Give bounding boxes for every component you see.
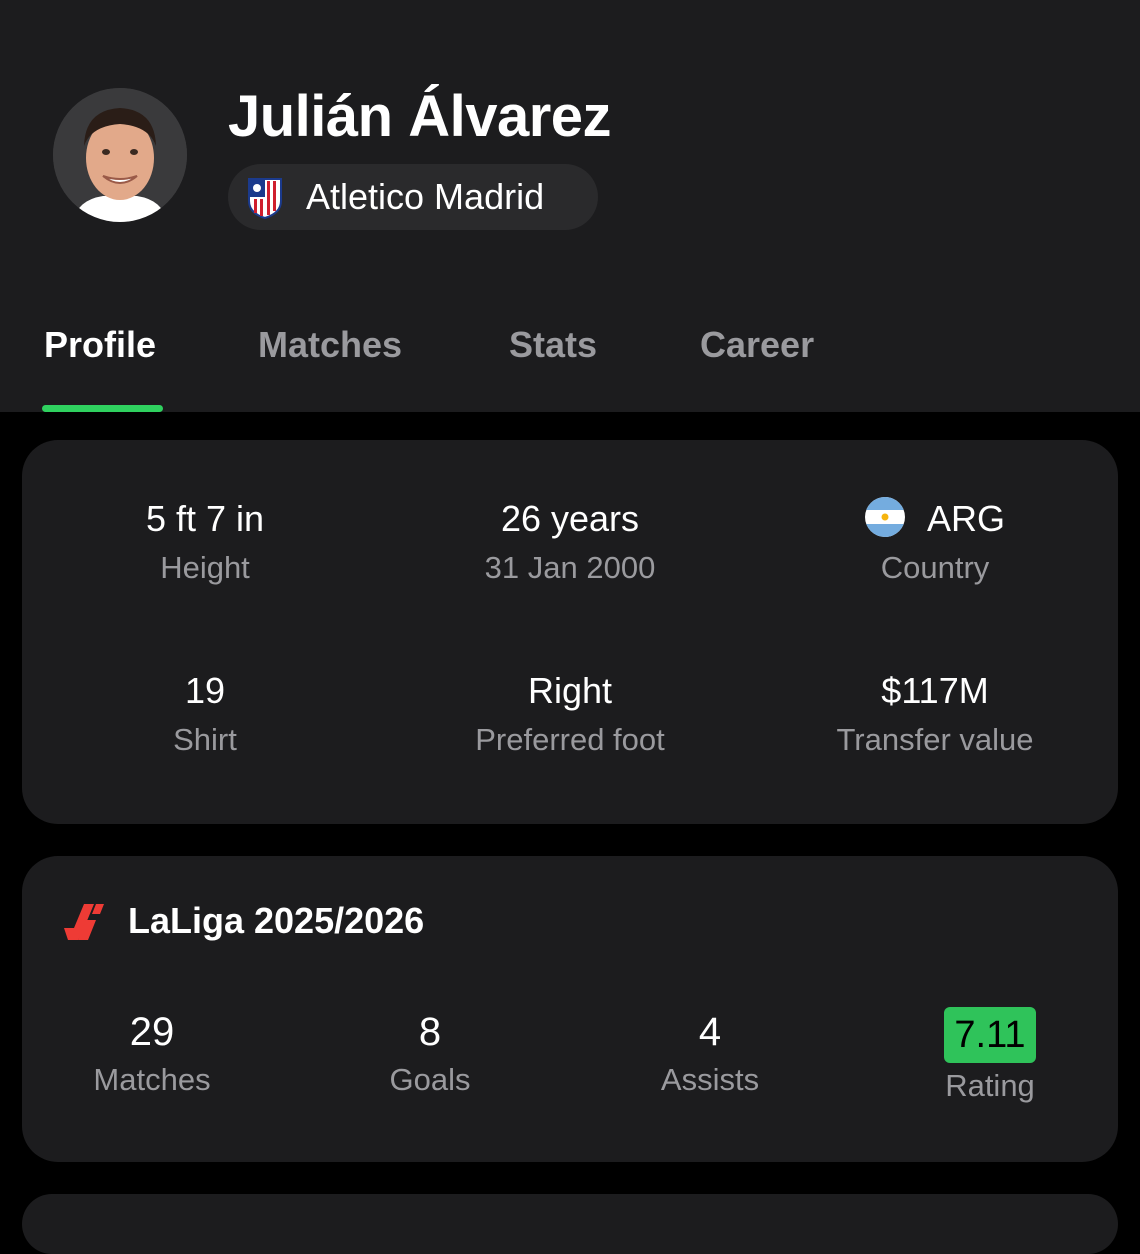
goals-value: 8	[418, 1010, 442, 1054]
tab-career[interactable]: Career	[700, 324, 814, 366]
birth-date: 31 Jan 2000	[484, 550, 656, 585]
goals-label: Goals	[389, 1062, 471, 1097]
height-label: Height	[160, 550, 250, 585]
club-name: Atletico Madrid	[306, 176, 545, 217]
rating-stat: 7.11 Rating	[860, 1004, 1120, 1106]
tab-profile[interactable]: Profile	[44, 324, 156, 366]
league-title: LaLiga 2025/2026	[128, 900, 425, 941]
height-value: 5 ft 7 in	[145, 498, 265, 539]
next-card	[22, 1194, 1118, 1254]
rating-badge: 7.11	[944, 1007, 1036, 1063]
height-info: 5 ft 7 in Height	[22, 496, 388, 588]
tab-matches[interactable]: Matches	[258, 324, 402, 366]
age-value: 26 years	[500, 498, 640, 539]
player-photo-icon	[53, 88, 187, 222]
profile-tabs: Profile Matches Stats Career	[0, 300, 1140, 412]
assists-value: 4	[698, 1010, 722, 1054]
country-info[interactable]: ARG Country	[752, 496, 1118, 588]
tab-stats[interactable]: Stats	[509, 324, 597, 366]
foot-label: Preferred foot	[475, 722, 665, 757]
argentina-flag-icon	[864, 497, 905, 537]
league-stats-card[interactable]: LaLiga 2025/2026 29 Matches 8 Goals 4 As…	[22, 856, 1118, 1162]
club-link[interactable]: Atletico Madrid	[228, 164, 598, 230]
league-header: LaLiga 2025/2026	[60, 900, 424, 942]
matches-value: 29	[129, 1010, 175, 1054]
atletico-madrid-crest-icon	[248, 178, 282, 219]
goals-stat: 8 Goals	[300, 1006, 560, 1100]
transfer-value: $117M	[881, 670, 989, 711]
country-code: ARG	[926, 498, 1005, 539]
active-tab-indicator	[42, 405, 163, 412]
shirt-label: Shirt	[173, 722, 237, 757]
laliga-logo-icon	[64, 904, 104, 940]
player-avatar	[53, 88, 187, 222]
matches-stat: 29 Matches	[22, 1006, 282, 1100]
country-label: Country	[880, 550, 990, 585]
foot-value: Right	[527, 670, 613, 711]
age-info: 26 years 31 Jan 2000	[387, 496, 753, 588]
assists-label: Assists	[660, 1062, 760, 1097]
player-header: Julián Álvarez Atletico Madrid Profile M…	[0, 0, 1140, 412]
assists-stat: 4 Assists	[580, 1006, 840, 1100]
player-info-card: 5 ft 7 in Height 26 years 31 Jan 2000 AR…	[22, 440, 1118, 824]
rating-label: Rating	[945, 1068, 1035, 1103]
shirt-info: 19 Shirt	[22, 668, 388, 760]
matches-label: Matches	[93, 1062, 211, 1097]
player-name: Julián Álvarez	[228, 84, 612, 149]
foot-info: Right Preferred foot	[387, 668, 753, 760]
transfer-info[interactable]: $117M Transfer value	[752, 668, 1118, 760]
transfer-label: Transfer value	[836, 722, 1034, 757]
shirt-value: 19	[184, 670, 226, 711]
